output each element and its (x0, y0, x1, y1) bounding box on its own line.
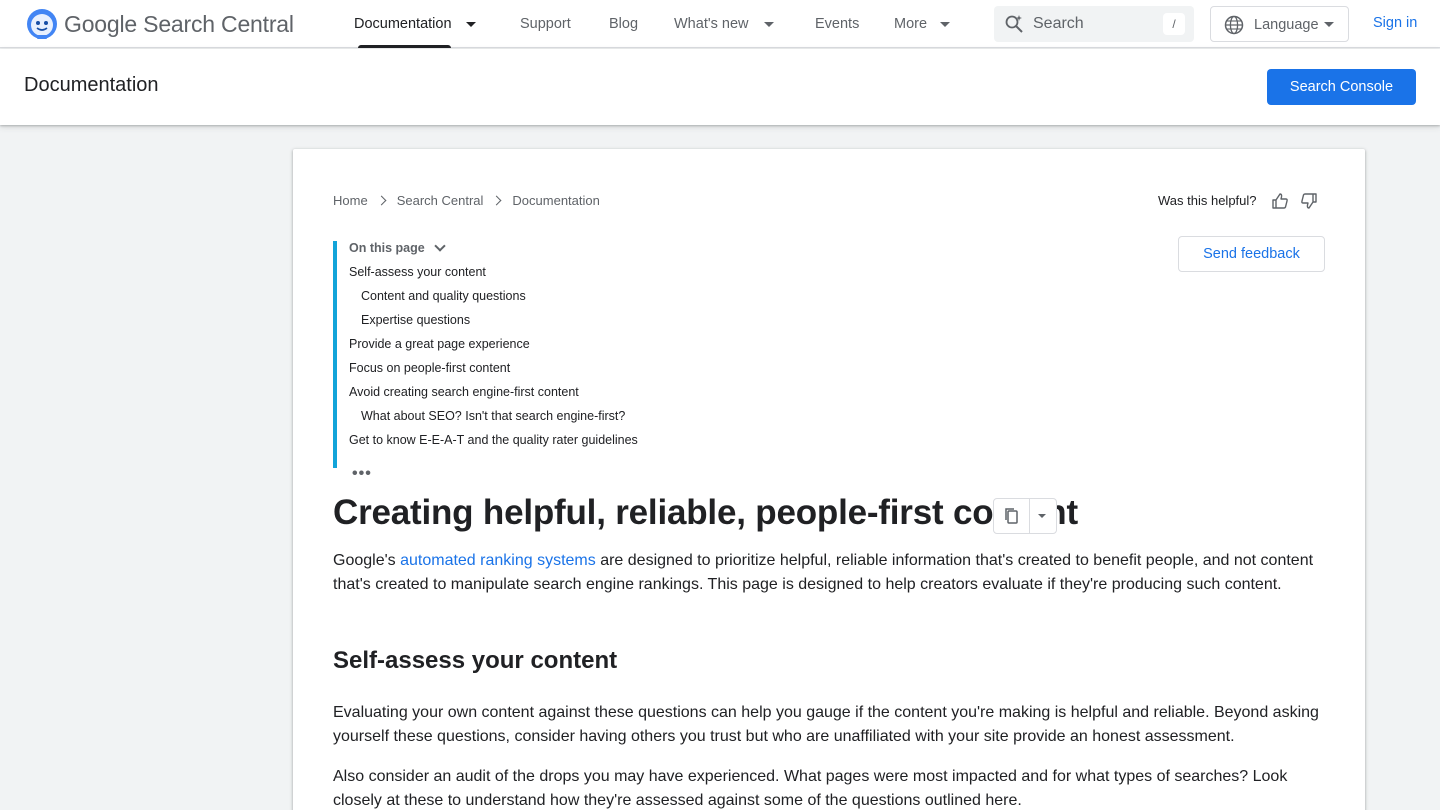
section-paragraph: Also consider an audit of the drops you … (333, 768, 1288, 809)
intro-text: Google's (333, 552, 401, 569)
search-input[interactable]: Search (1033, 15, 1084, 33)
site-logo[interactable]: Google Search Central (26, 8, 294, 40)
dropdown-caret-icon (940, 21, 951, 27)
globe-icon (1224, 15, 1244, 35)
language-selector[interactable]: Language (1210, 6, 1349, 42)
send-feedback-button[interactable]: Send feedback (1178, 236, 1325, 272)
search-shortcut-hint: / (1163, 13, 1185, 35)
dropdown-caret-icon[interactable] (1038, 514, 1046, 518)
helpful-question: Was this helpful? (1158, 193, 1257, 208)
nav-label: Blog (609, 16, 639, 32)
dropdown-caret-icon (763, 21, 774, 27)
more-options-icon[interactable]: ••• (352, 465, 372, 483)
nav-blog[interactable]: Blog (609, 0, 638, 48)
ranking-systems-link[interactable]: automated ranking systems (400, 552, 596, 569)
copy-icon (1005, 508, 1018, 524)
intro-paragraph: Google's automated ranking systems are d… (333, 549, 1333, 597)
chevron-down-icon (434, 240, 446, 252)
nav-support[interactable]: Support (520, 0, 571, 48)
toc-item[interactable]: Avoid creating search engine-first conte… (349, 385, 579, 399)
content-card: Home Search Central Documentation Was th… (293, 149, 1365, 810)
copy-page-button[interactable] (993, 498, 1057, 534)
button-divider (1029, 499, 1030, 533)
nav-label: Support (520, 16, 571, 32)
chevron-right-icon (491, 195, 502, 206)
toc-heading: On this page (349, 241, 425, 255)
sign-in-link[interactable]: Sign in (1373, 15, 1417, 31)
section-title: Documentation (24, 74, 159, 96)
thumb-down-icon[interactable] (1300, 192, 1318, 210)
search-central-mascot-icon (27, 9, 57, 39)
toc-item[interactable]: Expertise questions (361, 313, 470, 327)
breadcrumb-home[interactable]: Home (333, 193, 368, 208)
top-navigation-bar: Google Search Central Documentation Supp… (0, 0, 1440, 48)
table-of-contents: On this page Self-assess your content Co… (333, 240, 673, 468)
dropdown-caret-icon (1324, 22, 1334, 27)
nav-label: Events (815, 16, 860, 32)
section-header: Documentation Search Console (0, 49, 1440, 125)
breadcrumb: Home Search Central Documentation (333, 193, 600, 208)
section-heading: Self-assess your content (333, 647, 618, 674)
search-console-button[interactable]: Search Console (1267, 69, 1416, 105)
nav-more[interactable]: More (894, 0, 951, 48)
toc-item[interactable]: Focus on people-first content (349, 361, 510, 375)
nav-label: More (894, 16, 928, 32)
breadcrumb-search-central[interactable]: Search Central (397, 193, 484, 208)
site-logo-text: Google Search Central (64, 10, 294, 37)
nav-documentation[interactable]: Documentation (354, 0, 476, 48)
toc-item[interactable]: Content and quality questions (361, 289, 526, 303)
sparkle-search-icon (1005, 15, 1023, 33)
search-box[interactable]: Search / (994, 6, 1194, 42)
toc-item[interactable]: Self-assess your content (349, 265, 486, 279)
nav-label: What's new (674, 16, 749, 32)
toc-item[interactable]: Provide a great page experience (349, 337, 530, 351)
language-label: Language (1254, 17, 1319, 33)
nav-events[interactable]: Events (815, 0, 859, 48)
nav-whats-new[interactable]: What's new (674, 0, 774, 48)
toc-item[interactable]: What about SEO? Isn't that search engine… (361, 409, 625, 423)
chevron-right-icon (376, 195, 387, 206)
breadcrumb-documentation[interactable]: Documentation (512, 193, 599, 208)
active-tab-indicator (358, 45, 451, 48)
thumb-up-icon[interactable] (1271, 192, 1289, 210)
toc-item[interactable]: Get to know E-E-A-T and the quality rate… (349, 433, 638, 447)
dropdown-caret-icon (465, 21, 476, 27)
toc-toggle[interactable]: On this page (349, 240, 446, 255)
page-title: Creating helpful, reliable, people-first… (333, 493, 1078, 532)
nav-label: Documentation (354, 16, 452, 32)
section-paragraph: Evaluating your own content against thes… (333, 704, 1319, 745)
